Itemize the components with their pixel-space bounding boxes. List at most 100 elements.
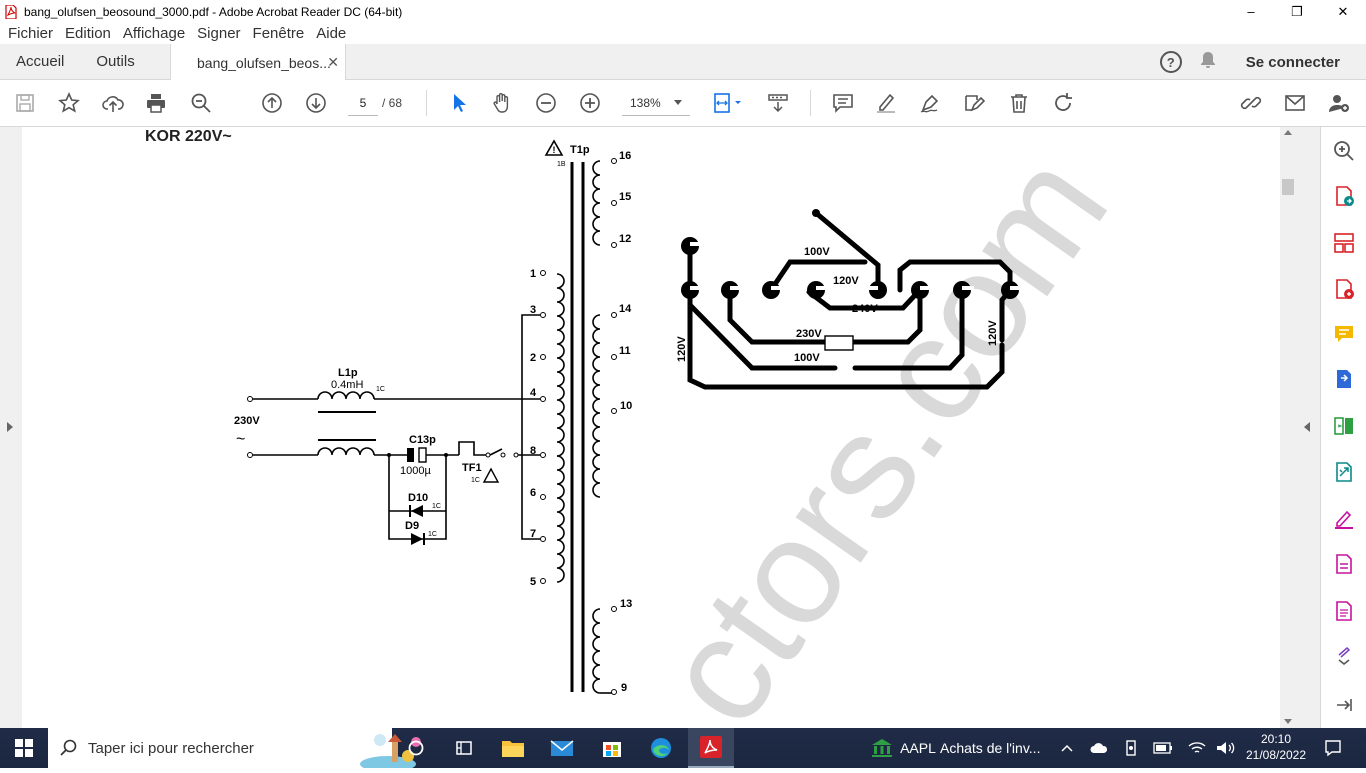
previous-page-icon[interactable] [259,90,285,116]
delete-icon[interactable] [1006,90,1032,116]
select-arrow-icon[interactable] [446,90,472,116]
battery-icon[interactable] [1152,728,1174,768]
pin-2: 2 [530,352,536,364]
edge-browser-icon[interactable] [643,728,679,768]
capacitor-label: C13p [409,434,436,446]
widgets-icon[interactable] [446,728,482,768]
tab-bar: Accueil Outils bang_olufsen_beos... ✕ ? … [0,43,1366,81]
taskbar-search-box[interactable]: Taper ici pour rechercher [48,728,421,772]
tab-document[interactable]: bang_olufsen_beos... ✕ [170,44,346,81]
zoom-search-icon[interactable] [188,90,214,116]
selector-120v-mid: 120V [833,275,859,287]
acrobat-taskbar-icon[interactable] [688,728,734,768]
inductor-sublabel: 1C [376,386,385,393]
search-zoom-icon[interactable] [1332,139,1356,163]
comment-tool-icon[interactable] [1332,322,1356,346]
clock-date: 21/08/2022 [1245,748,1307,762]
stock-bank-icon[interactable] [868,728,896,768]
windows-start-icon[interactable] [0,728,48,768]
comment-icon[interactable] [830,90,856,116]
scroll-down-icon[interactable] [1284,719,1292,724]
watermark-text: ctors.com [629,127,1140,728]
pdf-page: ctors.com KOR 220V~ ! T1p 1B 16 15 12 1 [22,127,1280,728]
star-icon[interactable] [56,90,82,116]
system-clock[interactable]: 20:10 21/08/2022 [1244,731,1308,763]
menu-fenetre[interactable]: Fenêtre [249,25,309,42]
notifications-icon[interactable] [1318,728,1348,768]
diode-d10-label: D10 [408,492,428,504]
stock-ticker[interactable]: AAPL [900,728,936,768]
signin-button[interactable]: Se connecter [1246,54,1340,71]
vertical-scrollbar[interactable] [1280,127,1296,728]
rotate-icon[interactable] [1050,90,1076,116]
transformer-sublabel: 1B [557,161,566,168]
menu-affichage[interactable]: Affichage [119,25,189,42]
selector-240v: 240V [852,303,878,315]
tab-accueil[interactable]: Accueil [0,43,80,79]
share-file-icon[interactable] [1332,460,1356,484]
schematic-heading: KOR 220V~ [145,128,232,145]
right-panel-toggle-icon[interactable] [1304,422,1310,432]
menu-aide[interactable]: Aide [312,25,350,42]
tab-outils[interactable]: Outils [80,43,150,79]
menu-edition[interactable]: Edition [61,25,115,42]
help-icon[interactable]: ? [1159,51,1182,73]
toolbar: 5 / 68 138% [0,80,1366,127]
scrollbar-thumb[interactable] [1282,179,1294,195]
close-tab-icon[interactable]: ✕ [327,54,339,71]
inductor-value: 0.4mH [331,379,363,391]
edit-pdf-icon[interactable] [1332,552,1356,576]
zoom-in-icon[interactable] [577,90,603,116]
window-title: bang_olufsen_beosound_3000.pdf - Adobe A… [24,4,403,19]
fit-page-icon[interactable] [710,90,744,116]
onedrive-cloud-icon[interactable] [1088,728,1110,768]
zoom-out-icon[interactable] [533,90,559,116]
stock-news-text[interactable]: Achats de l'inv... [940,728,1046,768]
menu-signer[interactable]: Signer [193,25,244,42]
svg-text:!: ! [553,145,556,155]
collapse-panel-icon[interactable] [1332,693,1356,717]
restore-button[interactable]: ❐ [1274,0,1320,23]
compare-files-icon[interactable] [1332,414,1356,438]
save-icon[interactable] [12,90,38,116]
zoom-level-select[interactable]: 138% [622,90,690,116]
wifi-icon[interactable] [1186,728,1208,768]
volume-icon[interactable] [1214,728,1238,768]
diode-d9-label: D9 [405,520,419,532]
store-icon[interactable] [594,728,630,768]
bell-icon[interactable] [1200,51,1216,74]
more-tools-icon[interactable] [1332,644,1356,668]
next-page-icon[interactable] [303,90,329,116]
left-panel-toggle-icon[interactable] [7,422,13,432]
email-icon[interactable] [1282,90,1308,116]
scroll-up-icon[interactable] [1284,130,1292,135]
fill-sign-icon[interactable] [961,90,987,116]
hand-tool-icon[interactable] [489,90,515,116]
fill-sign-tool-icon[interactable] [1332,507,1356,531]
clock-time: 20:10 [1260,732,1292,746]
link-icon[interactable] [1238,90,1264,116]
sign-pen-icon[interactable] [917,90,943,116]
file-explorer-icon[interactable] [495,728,531,768]
page-number-input[interactable]: 5 [348,90,378,116]
menu-fichier[interactable]: Fichier [4,25,57,42]
scroll-mode-icon[interactable] [765,90,791,116]
pin-1: 1 [530,268,536,280]
share-user-icon[interactable] [1326,90,1352,116]
device-icon[interactable] [1122,728,1140,768]
print-icon[interactable] [143,90,169,116]
export-icon[interactable] [1332,367,1356,391]
task-view-icon[interactable] [398,728,434,768]
protect-pdf-icon[interactable] [1332,599,1356,623]
mail-icon[interactable] [544,728,580,768]
highlight-pen-icon[interactable] [873,90,899,116]
chevron-up-icon[interactable] [1058,728,1076,768]
transformer-label: T1p [570,144,590,156]
create-pdf-icon[interactable] [1332,277,1356,301]
close-window-button[interactable]: ✕ [1320,0,1366,23]
organize-pages-icon[interactable] [1332,231,1356,255]
export-pdf-icon[interactable] [1332,184,1356,208]
page-total: / 68 [382,96,403,110]
minimize-button[interactable]: – [1228,0,1274,23]
upload-cloud-icon[interactable] [100,90,126,116]
